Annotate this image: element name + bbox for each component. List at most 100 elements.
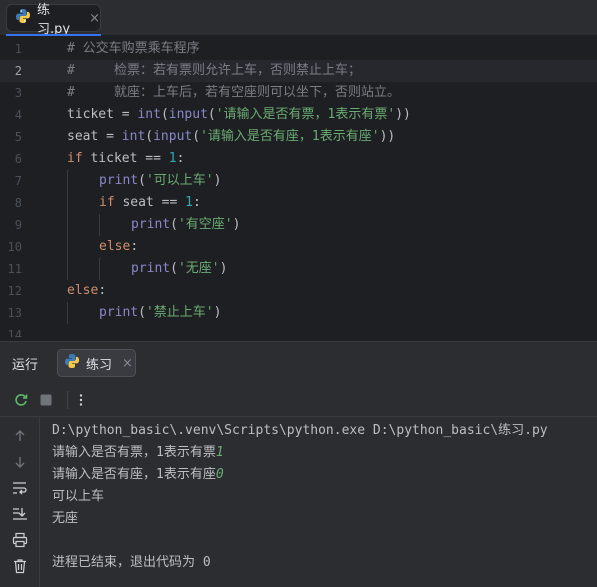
rerun-icon[interactable] <box>12 391 30 409</box>
code-text: if seat == 1: <box>99 192 201 214</box>
code-token: )) <box>395 107 411 122</box>
code-token: print <box>131 217 171 232</box>
line-number: 6 <box>14 152 22 166</box>
code-line[interactable]: 10 else: <box>0 236 597 258</box>
code-token: int <box>137 107 161 122</box>
run-panel-title: 运行 <box>12 358 39 373</box>
code-token: '无座' <box>177 261 220 276</box>
code-token: '可以上车' <box>145 173 214 188</box>
code-token: ( <box>192 129 201 144</box>
indent-guide <box>99 214 100 236</box>
console-text: 进程已结束，退出代码为 0 <box>52 555 211 570</box>
code-token: # 就座：上车后，若有空座则可以坐下，否则站立。 <box>67 85 400 100</box>
code-text: # 就座：上车后，若有空座则可以坐下，否则站立。 <box>67 82 400 104</box>
indent-guide <box>67 236 68 258</box>
console-output[interactable]: D:\python_basic\.venv\Scripts\python.exe… <box>40 417 597 587</box>
more-options-icon[interactable] <box>72 391 90 409</box>
code-token: ( <box>138 305 146 320</box>
python-file-icon <box>15 8 31 28</box>
code-token: # 公交车购票乘车程序 <box>67 41 200 56</box>
code-token: print <box>99 173 139 188</box>
line-number: 7 <box>14 174 22 188</box>
code-token: seat == <box>122 195 186 210</box>
line-number: 10 <box>7 240 22 254</box>
code-line[interactable]: 12 else: <box>0 280 597 302</box>
code-token: # 检票：若有票则允许上车，否则禁止上车； <box>67 63 361 78</box>
close-icon[interactable]: × <box>122 356 133 371</box>
code-text: print('可以上车') <box>99 170 221 192</box>
run-tool-window-header: 运行 练习 × <box>0 341 597 383</box>
code-token: ) <box>219 261 228 276</box>
code-token: '请输入是否有座，1表示有座' <box>200 129 380 144</box>
console-text: 请输入是否有票，1表示有票 <box>52 445 216 460</box>
code-token: ( <box>160 107 169 122</box>
code-line[interactable]: 7 print('可以上车') <box>0 170 597 192</box>
print-icon[interactable] <box>11 531 29 549</box>
toolbar-separator <box>67 391 68 409</box>
code-token: '有空座' <box>177 217 233 232</box>
line-number: 9 <box>14 218 22 232</box>
editor-tab-lianxi[interactable]: 练习.py × <box>6 3 101 37</box>
code-line[interactable]: 8 if seat == 1: <box>0 192 597 214</box>
code-line[interactable]: 6 if ticket == 1: <box>0 148 597 170</box>
soft-wrap-icon[interactable] <box>11 479 29 497</box>
code-text: print('无座') <box>131 258 227 280</box>
code-token: if <box>67 151 91 166</box>
indent-guide <box>99 258 100 280</box>
code-token: '禁止上车' <box>145 305 214 320</box>
code-token: : <box>192 195 201 210</box>
code-token: '请输入是否有票，1表示有票' <box>215 107 396 122</box>
code-token: )) <box>379 129 396 144</box>
line-number: 12 <box>7 284 22 298</box>
code-editor[interactable]: 1 # 公交车购票乘车程序 2 # 检票：若有票则允许上车，否则禁止上车； 3 # 就座：… <box>0 37 597 337</box>
code-line[interactable]: 13 print('禁止上车') <box>0 302 597 324</box>
code-token: input <box>153 129 193 144</box>
line-number: 4 <box>14 108 22 122</box>
code-text: # 检票：若有票则允许上车，否则禁止上车； <box>67 60 361 82</box>
console-line: 无座 <box>52 508 78 530</box>
run-side-toolbar <box>0 417 40 587</box>
python-file-icon <box>64 353 80 373</box>
code-text: # 公交车购票乘车程序 <box>67 38 200 60</box>
up-arrow-icon[interactable] <box>11 427 29 445</box>
code-token: seat = <box>67 129 122 144</box>
console-text: D:\python_basic\.venv\Scripts\python.exe… <box>52 423 548 438</box>
code-line[interactable]: 9 print('有空座') <box>0 214 597 236</box>
code-token: ( <box>145 129 154 144</box>
code-line[interactable]: 4 ticket = int(input('请输入是否有票，1表示有票')) <box>0 104 597 126</box>
code-token: : <box>98 283 107 298</box>
console-text: 请输入是否有座，1表示有座 <box>52 467 216 482</box>
down-arrow-icon[interactable] <box>11 453 29 471</box>
code-token: print <box>99 305 139 320</box>
code-line[interactable]: 5 seat = int(input('请输入是否有座，1表示有座')) <box>0 126 597 148</box>
close-icon[interactable]: × <box>89 11 100 26</box>
code-line[interactable]: 1 # 公交车购票乘车程序 <box>0 38 597 60</box>
indent-guide <box>67 192 68 214</box>
indent-guide <box>67 170 68 192</box>
code-line[interactable]: 14 <box>0 324 597 337</box>
code-line[interactable]: 3 # 就座：上车后，若有空座则可以坐下，否则站立。 <box>0 82 597 104</box>
trash-icon[interactable] <box>11 557 29 575</box>
code-line[interactable]: 2 # 检票：若有票则允许上车，否则禁止上车； <box>0 60 597 82</box>
run-toolbar <box>0 383 597 417</box>
code-token: ( <box>138 173 146 188</box>
code-token: else <box>99 239 131 254</box>
code-token: ) <box>213 173 222 188</box>
editor-tab-strip: 练习.py × <box>0 0 597 37</box>
scroll-to-end-icon[interactable] <box>11 505 29 523</box>
indent-guide <box>67 302 68 324</box>
console-line: 进程已结束，退出代码为 0 <box>52 552 211 574</box>
code-token: print <box>131 261 171 276</box>
code-token: input <box>168 107 208 122</box>
run-config-tab[interactable]: 练习 × <box>57 349 136 377</box>
stop-icon[interactable] <box>37 391 55 409</box>
code-text: ticket = int(input('请输入是否有票，1表示有票')) <box>67 104 411 126</box>
line-number: 2 <box>14 64 22 78</box>
editor-tab-label: 练习.py <box>37 3 71 37</box>
user-input: 0 <box>215 467 224 482</box>
code-text: else: <box>99 236 138 258</box>
user-input: 1 <box>215 445 224 460</box>
code-token: ( <box>207 107 216 122</box>
code-line[interactable]: 11 print('无座') <box>0 258 597 280</box>
line-number: 13 <box>7 306 22 320</box>
